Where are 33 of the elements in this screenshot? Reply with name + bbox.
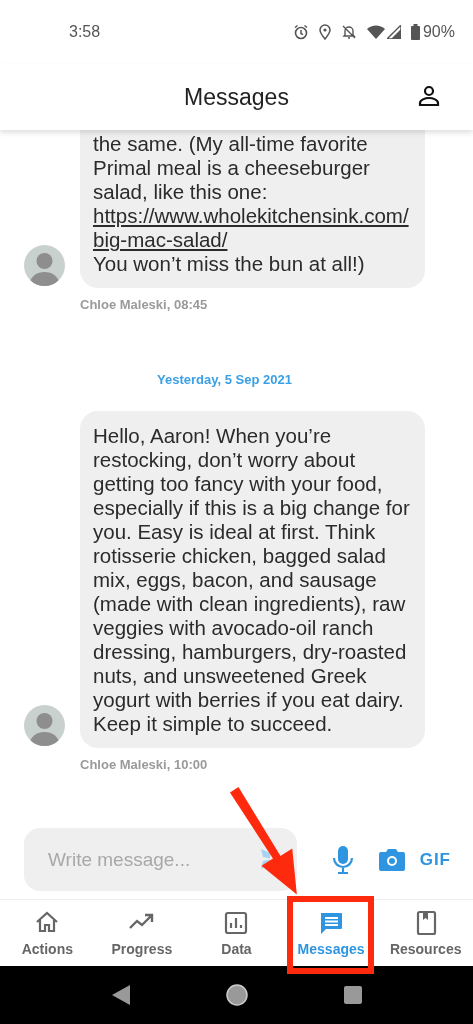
- wifi-icon: [366, 25, 385, 39]
- alarm-icon: [292, 24, 309, 40]
- clock-time: 3:58: [69, 23, 101, 41]
- tab[interactable]: Progress: [94, 900, 190, 966]
- camera-icon[interactable]: [379, 848, 405, 871]
- microphone-icon[interactable]: [331, 844, 355, 875]
- avatar: [24, 705, 65, 746]
- message-text: You won’t miss the bun at all!): [93, 252, 366, 276]
- avatar: [24, 245, 65, 286]
- date-divider: Yesterday, 5 Sep 2021: [156, 372, 293, 387]
- sender-timestamp: Chloe Maleski, 10:00: [80, 757, 209, 772]
- gif-button[interactable]: GIF: [419, 849, 451, 870]
- recents-icon[interactable]: [343, 986, 362, 1004]
- screen-title: Messages: [184, 83, 289, 111]
- sender-timestamp: Chloe Maleski, 08:45: [80, 297, 209, 312]
- tab[interactable]: Data: [189, 900, 284, 966]
- battery-percentage: 90%: [422, 23, 455, 41]
- bar-chart-icon: [223, 909, 250, 936]
- message-text: Hello, Aaron! When you’re restocking, don’t worry about getting too fancy with your food, especially if this is a big change for you. Easy is ideal at first. Think rotisserie chicken, bagged salad mix, eggs, bacon, and sausage (made with clean ingredients), raw veggies with avocado-oil ranch dressing, hamburgers, dry-roasted nuts, and unsweetened Greek yogurt with berries if you eat dairy. Keep it simple to succeed.: [93, 424, 411, 736]
- home-button-icon[interactable]: [225, 984, 248, 1006]
- message-text: the same. (My all-time favorite Primal meal is a cheeseburger salad, like this one:: [93, 132, 371, 204]
- back-icon[interactable]: [111, 985, 130, 1005]
- tab[interactable]: Actions: [0, 900, 95, 966]
- message-input-field[interactable]: Write message...: [24, 828, 297, 891]
- tab[interactable]: Resources: [378, 900, 473, 966]
- location-icon: [318, 24, 331, 40]
- tab[interactable]: Messages: [283, 900, 379, 966]
- send-icon[interactable]: [261, 849, 270, 869]
- muted-bell-icon: [340, 24, 357, 40]
- profile-icon[interactable]: [417, 84, 441, 108]
- battery-icon: [410, 24, 420, 40]
- signal-icon: [386, 25, 401, 39]
- link[interactable]: https://www.wholekitchensink.com/big-mac-salad/: [93, 204, 413, 252]
